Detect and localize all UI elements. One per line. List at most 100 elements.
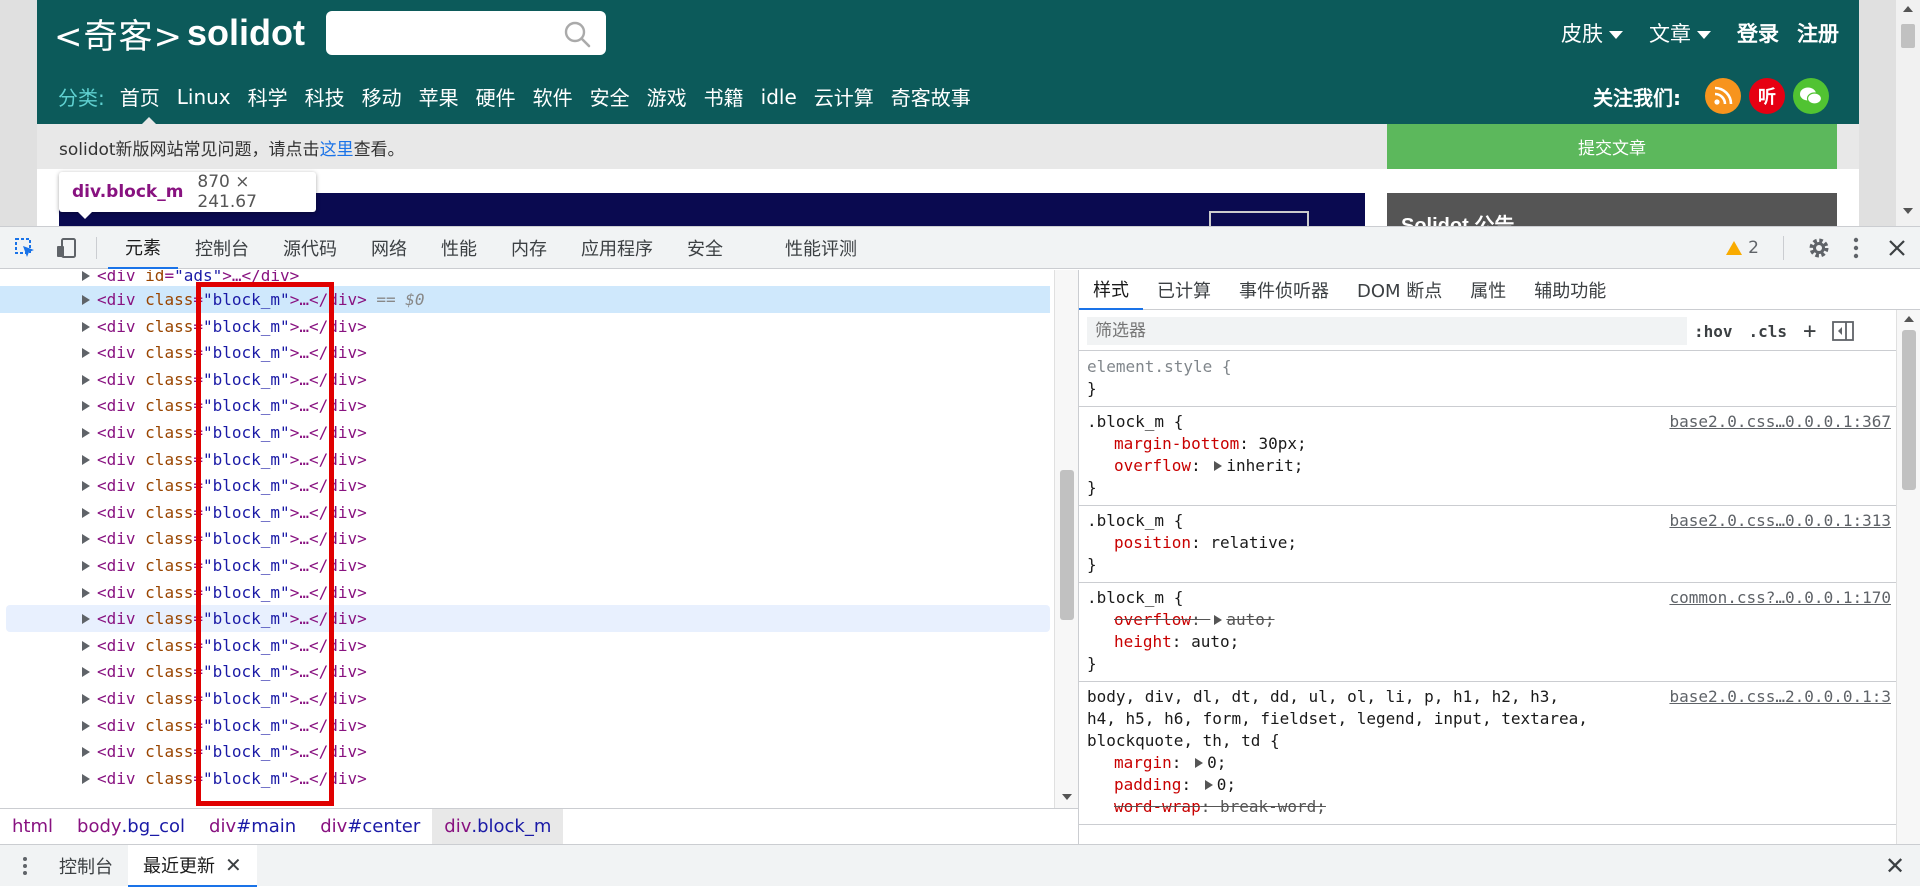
toggle-sidebar-icon[interactable]	[1832, 321, 1855, 341]
dom-node-block-m[interactable]: <div class="block_m">…</div>	[0, 552, 1050, 579]
breadcrumb-html[interactable]: html	[0, 809, 65, 844]
tab-performance[interactable]: 性能	[424, 227, 494, 269]
cls-toggle[interactable]: .cls	[1749, 322, 1788, 341]
scroll-down-icon[interactable]	[1062, 794, 1072, 800]
nav-item-linux[interactable]: Linux	[177, 85, 231, 109]
dom-node-block-m[interactable]: <div class="block_m">…</div>	[0, 579, 1050, 606]
dom-node-block-m[interactable]: <div class="block_m">…</div>	[0, 313, 1050, 340]
inspect-element-icon[interactable]	[14, 237, 36, 259]
rule-source-link[interactable]: common.css?…0.0.0.1:170	[1669, 587, 1891, 609]
page-scrollbar[interactable]	[1896, 0, 1920, 226]
expand-triangle-icon[interactable]	[82, 747, 90, 758]
nav-item-security[interactable]: 安全	[590, 82, 630, 111]
dom-node-block-m[interactable]: <div class="block_m">…</div>	[0, 738, 1050, 765]
expand-triangle-icon[interactable]	[82, 614, 90, 625]
nav-item-software[interactable]: 软件	[533, 82, 573, 111]
expand-triangle-icon[interactable]	[82, 401, 90, 412]
search-icon[interactable]	[563, 20, 591, 48]
tab-network[interactable]: 网络	[354, 227, 424, 269]
dom-node-block-m[interactable]: <div class="block_m">…</div>	[0, 392, 1050, 419]
nav-item-home[interactable]: 首页	[120, 82, 160, 111]
tab-lighthouse[interactable]: 性能评测	[768, 227, 874, 269]
dom-node-block-m[interactable]: <div class="block_m">…</div>	[0, 446, 1050, 473]
rule-source-link[interactable]: base2.0.css…2.0.0.0.1:3	[1669, 686, 1891, 708]
notice-link[interactable]: 这里	[320, 140, 354, 160]
decl-margin-bottom[interactable]: margin-bottom: 30px;	[1087, 433, 1891, 455]
nav-item-cloud[interactable]: 云计算	[814, 82, 874, 111]
dom-node-block-m[interactable]: <div class="block_m">…</div>	[0, 339, 1050, 366]
tab-security[interactable]: 安全	[670, 227, 740, 269]
expand-triangle-icon[interactable]	[1214, 615, 1223, 625]
more-options-icon[interactable]	[1852, 236, 1860, 260]
dom-node-block-m[interactable]: <div class="block_m">…</div>	[0, 685, 1050, 712]
listen-icon[interactable]: 听	[1749, 78, 1785, 114]
styles-scrollbar[interactable]	[1896, 310, 1920, 844]
nav-item-science[interactable]: 科学	[248, 82, 288, 111]
tab-dom-breakpoints[interactable]: DOM 断点	[1343, 270, 1456, 310]
settings-gear-icon[interactable]	[1806, 235, 1832, 261]
nav-item-tech[interactable]: 科技	[305, 82, 345, 111]
expand-triangle-icon[interactable]	[1204, 780, 1213, 790]
close-drawer-icon[interactable]: ✕	[1882, 852, 1908, 880]
breadcrumb-body[interactable]: body .bg_col	[65, 809, 197, 844]
expand-triangle-icon[interactable]	[82, 561, 90, 571]
nav-item-hardware[interactable]: 硬件	[476, 82, 516, 111]
nav-item-stories[interactable]: 奇客故事	[891, 82, 971, 111]
breadcrumb-main[interactable]: div #main	[197, 809, 308, 844]
drawer-tab-whats-new[interactable]: 最近更新 ✕	[128, 845, 257, 887]
decl-word-wrap-overridden[interactable]: word-wrap: break-word;	[1087, 796, 1891, 818]
expand-triangle-icon[interactable]	[82, 773, 90, 784]
dom-node-block-m[interactable]: <div class="block_m">…</div>	[0, 499, 1050, 526]
tab-console[interactable]: 控制台	[178, 227, 266, 269]
dom-node-block-m[interactable]: <div class="block_m">…</div>	[6, 605, 1050, 633]
styles-filter-input[interactable]	[1087, 317, 1687, 345]
decl-height[interactable]: height: auto;	[1087, 631, 1891, 653]
rule-source-link[interactable]: base2.0.css…0.0.0.1:313	[1669, 510, 1891, 532]
register-link[interactable]: 注册	[1797, 18, 1839, 48]
expand-triangle-icon[interactable]	[82, 667, 90, 678]
dom-node-block-m[interactable]: <div class="block_m">…</div>	[0, 525, 1050, 552]
scroll-up-icon[interactable]	[1903, 6, 1913, 12]
decl-overflow[interactable]: overflow: inherit;	[1087, 455, 1891, 477]
scroll-down-icon[interactable]	[1903, 208, 1913, 214]
dom-node-block-m[interactable]: <div class="block_m">…</div>	[0, 366, 1050, 393]
scroll-up-icon[interactable]	[1904, 316, 1914, 322]
hov-toggle[interactable]: :hov	[1694, 322, 1733, 341]
dom-node-block-m[interactable]: <div class="block_m">…</div>	[0, 472, 1050, 499]
new-rule-button[interactable]: +	[1803, 319, 1816, 344]
expand-triangle-icon[interactable]	[82, 507, 90, 518]
dom-node-block-m[interactable]: <div class="block_m">…</div>	[0, 658, 1050, 685]
dom-node-block-m[interactable]: <div class="block_m">…</div>	[0, 765, 1050, 792]
breadcrumb-center[interactable]: div #center	[308, 809, 432, 844]
tab-computed[interactable]: 已计算	[1143, 270, 1225, 310]
tab-sources[interactable]: 源代码	[266, 227, 354, 269]
device-toggle-icon[interactable]	[55, 237, 77, 259]
nav-item-idle[interactable]: idle	[761, 85, 797, 109]
tab-event-listeners[interactable]: 事件侦听器	[1225, 270, 1343, 310]
scroll-thumb[interactable]	[1901, 24, 1915, 48]
elements-scroll-thumb[interactable]	[1060, 470, 1074, 620]
nav-item-books[interactable]: 书籍	[704, 82, 744, 111]
skin-dropdown[interactable]: 皮肤	[1561, 18, 1623, 48]
expand-triangle-icon[interactable]	[82, 720, 90, 731]
expand-triangle-icon[interactable]	[82, 321, 90, 332]
tab-application[interactable]: 应用程序	[564, 227, 670, 269]
tab-accessibility[interactable]: 辅助功能	[1520, 270, 1620, 310]
expand-triangle-icon[interactable]	[82, 348, 90, 359]
decl-padding[interactable]: padding: 0;	[1087, 774, 1891, 796]
login-link[interactable]: 登录	[1737, 18, 1779, 48]
expand-triangle-icon[interactable]	[82, 295, 90, 305]
drawer-tab-console[interactable]: 控制台	[44, 845, 128, 887]
nav-item-mobile[interactable]: 移动	[362, 82, 402, 111]
expand-triangle-icon[interactable]	[82, 481, 90, 492]
elements-scrollbar[interactable]	[1054, 270, 1078, 808]
drawer-menu-icon[interactable]	[19, 855, 31, 877]
submit-article-button[interactable]: 提交文章	[1387, 124, 1837, 169]
tab-elements[interactable]: 元素	[108, 227, 178, 269]
tab-properties[interactable]: 属性	[1456, 270, 1520, 310]
nav-item-apple[interactable]: 苹果	[419, 82, 459, 111]
dom-node-block-m[interactable]: <div class="block_m">…</div>	[0, 419, 1050, 446]
breadcrumb-block-m[interactable]: div .block_m	[432, 809, 564, 844]
expand-triangle-icon[interactable]	[82, 587, 90, 598]
dom-node-selected[interactable]: <div class="block_m">…</div> == $0	[0, 286, 1050, 313]
